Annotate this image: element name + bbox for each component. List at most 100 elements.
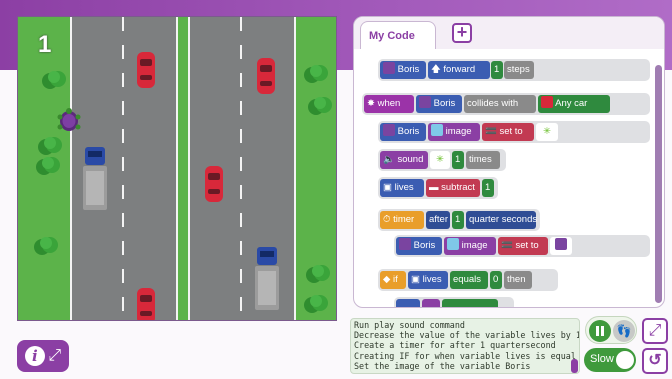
- add-tab-button[interactable]: +: [452, 23, 472, 43]
- code-scrollbar[interactable]: [655, 65, 662, 303]
- car-icon: [541, 96, 553, 108]
- sprite-block[interactable]: Boris: [380, 123, 426, 141]
- picture-icon: [431, 124, 443, 136]
- expand-icon: ⤢: [48, 347, 62, 364]
- game-stage[interactable]: 1: [17, 16, 337, 321]
- subtract-block[interactable]: ▬ subtract: [426, 179, 480, 197]
- slow-toggle[interactable]: Slow: [584, 348, 636, 372]
- turtle-icon: [383, 62, 395, 74]
- truck-icon: [255, 247, 279, 310]
- unit-label: steps: [504, 61, 534, 79]
- op-label: set to: [515, 240, 539, 251]
- unit-label: quarter seconds: [466, 211, 537, 229]
- equals-block[interactable]: equals: [450, 271, 488, 289]
- expand-icon: ⤢: [648, 322, 662, 339]
- unit-label: times: [466, 151, 500, 169]
- code-row-if[interactable]: ◆ if ▣ lives equals 0 then: [378, 269, 558, 291]
- truck-icon: [83, 147, 107, 210]
- timer-label: timer: [393, 214, 415, 225]
- bush-icon: [38, 137, 62, 155]
- amount-value[interactable]: 1: [491, 61, 503, 79]
- pause-button[interactable]: [589, 320, 611, 342]
- property-label: image: [461, 240, 488, 251]
- sound-block[interactable]: 🔈 sound: [380, 151, 428, 169]
- sprite-label: Boris: [413, 240, 436, 251]
- when-label: when: [377, 98, 401, 109]
- log-line: Decrease the value of the variable lives…: [354, 330, 580, 341]
- sprite-label: Boris: [433, 98, 456, 109]
- code-row-partial: [394, 297, 514, 307]
- if-block[interactable]: ◆ if: [380, 271, 406, 289]
- undo-button[interactable]: ↺: [642, 348, 668, 374]
- image-property-block[interactable]: image: [428, 123, 480, 141]
- log-scrollbar[interactable]: [571, 359, 578, 373]
- code-row-when[interactable]: ✸ when Boris collides with Any car: [362, 93, 650, 115]
- sprite-block[interactable]: Boris: [416, 95, 462, 113]
- speaker-icon: 🔈: [383, 154, 395, 165]
- code-row-sound[interactable]: 🔈 sound ✳ 1 times: [378, 149, 506, 171]
- splat-image-icon[interactable]: ✳: [536, 123, 558, 141]
- code-row-timer[interactable]: ⏱ timer after 1 quarter seconds: [378, 209, 540, 231]
- code-panel[interactable]: My Code + Boris 🡅 forward 1 steps ✸ when…: [353, 16, 665, 308]
- playback-controls: 👣: [585, 316, 637, 344]
- slow-label: Slow: [590, 353, 614, 365]
- fullscreen-button[interactable]: ⤢: [642, 318, 668, 344]
- splat-sound-icon[interactable]: ✳: [430, 151, 450, 169]
- road-edge: [70, 17, 72, 320]
- bush-icon: [34, 237, 58, 255]
- any-car-block[interactable]: Any car: [538, 95, 610, 113]
- turtle-icon: [555, 238, 567, 250]
- equals-icon: 🟰: [485, 126, 497, 137]
- sprite-label: Boris: [397, 126, 420, 137]
- red-car-icon: [137, 288, 155, 320]
- turtle-image-icon[interactable]: [550, 237, 572, 255]
- code-row-forward[interactable]: Boris 🡅 forward 1 steps: [378, 59, 650, 81]
- value-block-partial: [442, 299, 498, 307]
- amount-value[interactable]: 1: [482, 179, 494, 197]
- code-row-image[interactable]: Boris image 🟰 set to ✳: [378, 121, 650, 143]
- sprite-label: Boris: [397, 64, 420, 75]
- code-row-image-nested[interactable]: Boris image 🟰 set to: [394, 235, 650, 257]
- picture-icon: [447, 238, 459, 250]
- footsteps-icon: 👣: [616, 324, 632, 338]
- bush-icon: [304, 65, 328, 83]
- bush-icon: [306, 265, 330, 283]
- info-icon: i: [24, 346, 45, 366]
- lives-var-block[interactable]: ▣ lives: [408, 271, 448, 289]
- red-car-icon: [137, 52, 155, 88]
- when-block[interactable]: ✸ when: [364, 95, 414, 113]
- sprite-block[interactable]: Boris: [380, 61, 426, 79]
- info-button[interactable]: i ⤢: [17, 340, 69, 372]
- timer-block[interactable]: ⏱ timer: [380, 211, 424, 229]
- lives-var-block[interactable]: ▣ lives: [380, 179, 424, 197]
- sound-label: sound: [397, 154, 424, 165]
- sprite-block[interactable]: Boris: [396, 237, 442, 255]
- score-display: 1: [38, 31, 52, 58]
- execution-log: Run play sound command Decrease the valu…: [350, 318, 580, 374]
- amount-value[interactable]: 1: [452, 151, 464, 169]
- log-line: Creating IF for when variable lives is e…: [354, 350, 580, 361]
- if-icon: ◆: [383, 274, 391, 285]
- set-to-block[interactable]: 🟰 set to: [498, 237, 548, 255]
- forward-block[interactable]: 🡅 forward: [428, 61, 490, 79]
- image-property-block[interactable]: image: [444, 237, 496, 255]
- after-label: after: [426, 211, 450, 229]
- code-row-lives[interactable]: ▣ lives ▬ subtract 1: [378, 177, 498, 199]
- amount-value[interactable]: 1: [452, 211, 464, 229]
- turtle-icon: [419, 96, 431, 108]
- log-line: Create a timer for after 1 quartersecond: [354, 340, 556, 351]
- target-label: Any car: [555, 98, 588, 109]
- property-block-partial: [422, 299, 440, 307]
- compare-value[interactable]: 0: [490, 271, 502, 289]
- tab-my-code[interactable]: My Code: [360, 21, 436, 49]
- boris-turtle-sprite[interactable]: [56, 107, 82, 133]
- up-arrow-icon: 🡅: [431, 64, 441, 75]
- step-button[interactable]: 👣: [613, 320, 635, 342]
- lane-divider: [122, 17, 124, 320]
- set-to-block[interactable]: 🟰 set to: [482, 123, 534, 141]
- bush-icon: [42, 71, 66, 89]
- bush-icon: [304, 295, 328, 313]
- code-tabbar: My Code +: [354, 17, 664, 49]
- var-label: lives: [422, 274, 442, 285]
- op-label: subtract: [441, 182, 475, 193]
